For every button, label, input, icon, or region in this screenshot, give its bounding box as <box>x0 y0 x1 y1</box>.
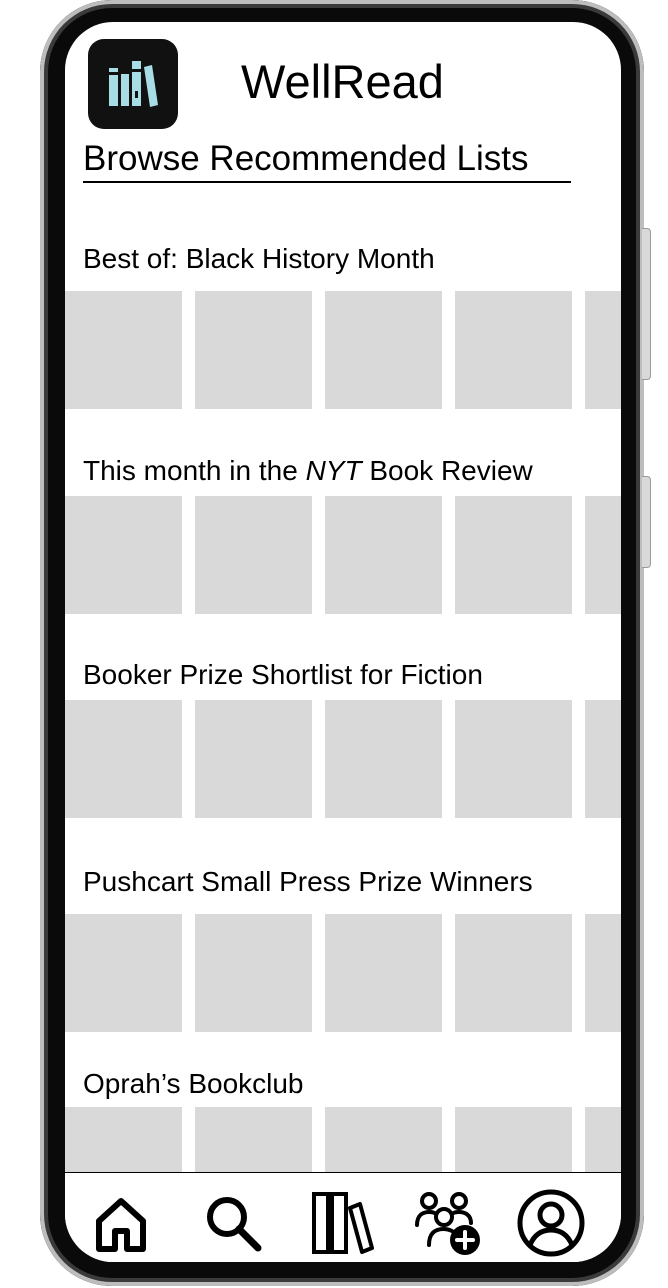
book-cover[interactable] <box>455 496 572 614</box>
nav-home[interactable] <box>81 1183 161 1262</box>
bottom-nav <box>65 1172 621 1262</box>
library-icon <box>312 1192 374 1254</box>
profile-icon <box>517 1189 585 1257</box>
book-cover[interactable] <box>65 291 182 409</box>
list-title-suffix: Book Review <box>361 455 533 486</box>
app-logo[interactable] <box>88 39 178 129</box>
book-cover[interactable] <box>195 291 312 409</box>
list-title-emphasis: NYT <box>305 455 362 486</box>
book-cover[interactable] <box>585 700 621 818</box>
app-screen: WellRead Browse Recommended Lists Best o… <box>65 22 621 1262</box>
list-title-pushcart[interactable]: Pushcart Small Press Prize Winners <box>83 868 533 896</box>
book-cover[interactable] <box>455 700 572 818</box>
book-cover[interactable] <box>455 914 572 1032</box>
book-cover[interactable] <box>325 914 442 1032</box>
book-cover[interactable] <box>455 291 572 409</box>
add-friends-icon <box>415 1192 480 1255</box>
book-cover[interactable] <box>65 700 182 818</box>
book-cover[interactable] <box>195 496 312 614</box>
power-button <box>642 476 651 568</box>
list-title-prefix: This month in the <box>83 455 306 486</box>
search-icon <box>207 1197 262 1252</box>
page-title: Browse Recommended Lists <box>83 139 571 183</box>
book-row-black-history[interactable] <box>65 291 621 409</box>
bookshelf-icon <box>109 61 158 107</box>
nav-profile[interactable] <box>511 1183 591 1262</box>
nav-add-friends[interactable] <box>409 1183 489 1262</box>
book-cover[interactable] <box>325 700 442 818</box>
list-title-nyt[interactable]: This month in the NYT Book Review <box>83 457 533 485</box>
book-cover[interactable] <box>65 914 182 1032</box>
book-cover[interactable] <box>585 291 621 409</box>
book-row-booker[interactable] <box>65 700 621 818</box>
list-title-oprah[interactable]: Oprah’s Bookclub <box>83 1070 304 1098</box>
home-icon <box>96 1198 146 1252</box>
app-title: WellRead <box>241 55 444 108</box>
nav-search[interactable] <box>193 1183 273 1262</box>
book-cover[interactable] <box>195 700 312 818</box>
book-cover[interactable] <box>65 496 182 614</box>
book-cover[interactable] <box>325 291 442 409</box>
book-row-nyt[interactable] <box>65 496 621 614</box>
book-row-pushcart[interactable] <box>65 914 621 1032</box>
nav-library[interactable] <box>301 1183 381 1262</box>
book-cover[interactable] <box>195 914 312 1032</box>
book-cover[interactable] <box>585 496 621 614</box>
list-title-black-history[interactable]: Best of: Black History Month <box>83 245 435 273</box>
book-cover[interactable] <box>325 496 442 614</box>
book-cover[interactable] <box>585 914 621 1032</box>
list-title-booker[interactable]: Booker Prize Shortlist for Fiction <box>83 661 483 689</box>
volume-button <box>642 228 651 380</box>
